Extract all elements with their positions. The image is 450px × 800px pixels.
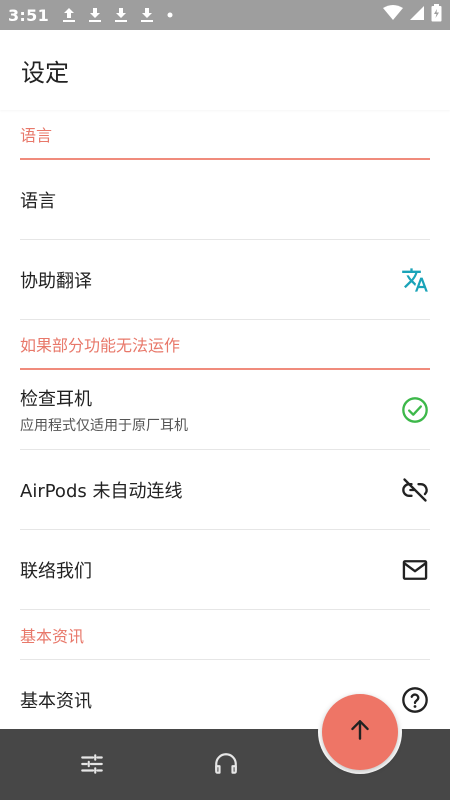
sliders-icon[interactable]: [77, 749, 107, 779]
settings-item-sublabel: 应用程式仅适用于原厂耳机: [20, 417, 188, 434]
section-header-language: 语言: [20, 110, 430, 160]
section-header-info: 基本资讯: [20, 610, 430, 660]
upload-icon: [61, 6, 77, 24]
cellular-icon: [409, 5, 425, 25]
settings-item-language[interactable]: 语言: [20, 160, 430, 240]
mail-icon: [400, 555, 430, 585]
settings-item-label: AirPods 未自动连线: [20, 480, 183, 502]
notification-icons: [61, 6, 175, 24]
translate-icon: [400, 265, 430, 295]
section-header-label: 如果部分功能无法运作: [20, 336, 181, 355]
app-bar: 设定: [0, 30, 450, 110]
battery-icon: [431, 4, 442, 26]
settings-item-airpods-connect[interactable]: AirPods 未自动连线: [20, 450, 430, 530]
download-icon: [87, 6, 103, 24]
check-circle-icon: [400, 395, 430, 425]
headphones-icon[interactable]: [211, 749, 241, 779]
wifi-icon: [383, 5, 403, 25]
settings-item-check-earphones[interactable]: 检查耳机 应用程式仅适用于原厂耳机: [20, 370, 430, 450]
settings-item-label: 联络我们: [20, 560, 92, 582]
scroll-top-button[interactable]: [322, 694, 398, 770]
status-bar: 3:51: [0, 0, 450, 30]
download-icon: [113, 6, 129, 24]
section-header-label: 基本资讯: [20, 626, 85, 646]
section-header-label: 语言: [20, 126, 53, 145]
settings-screen: 3:51 设定 语言 语言 协助翻译 如果部分功能无法运作 检查耳机 应用程式仅…: [0, 0, 450, 800]
settings-item-label: 语言: [20, 190, 56, 212]
status-time: 3:51: [8, 5, 49, 25]
settings-item-help-translate[interactable]: 协助翻译: [20, 240, 430, 320]
system-icons: [383, 4, 442, 26]
arrow-up-icon: [347, 717, 373, 747]
settings-item-label: 协助翻译: [20, 270, 92, 292]
link-off-icon: [400, 475, 430, 505]
settings-item-label: 检查耳机: [20, 388, 92, 410]
settings-list: 语言 语言 协助翻译 如果部分功能无法运作 检查耳机 应用程式仅适用于原厂耳机: [0, 110, 450, 740]
help-circle-icon: [400, 685, 430, 715]
dot-icon: [165, 6, 175, 24]
section-header-troubleshoot: 如果部分功能无法运作: [20, 320, 430, 370]
settings-item-contact-us[interactable]: 联络我们: [20, 530, 430, 610]
page-title: 设定: [21, 58, 69, 87]
download-icon: [139, 6, 155, 24]
